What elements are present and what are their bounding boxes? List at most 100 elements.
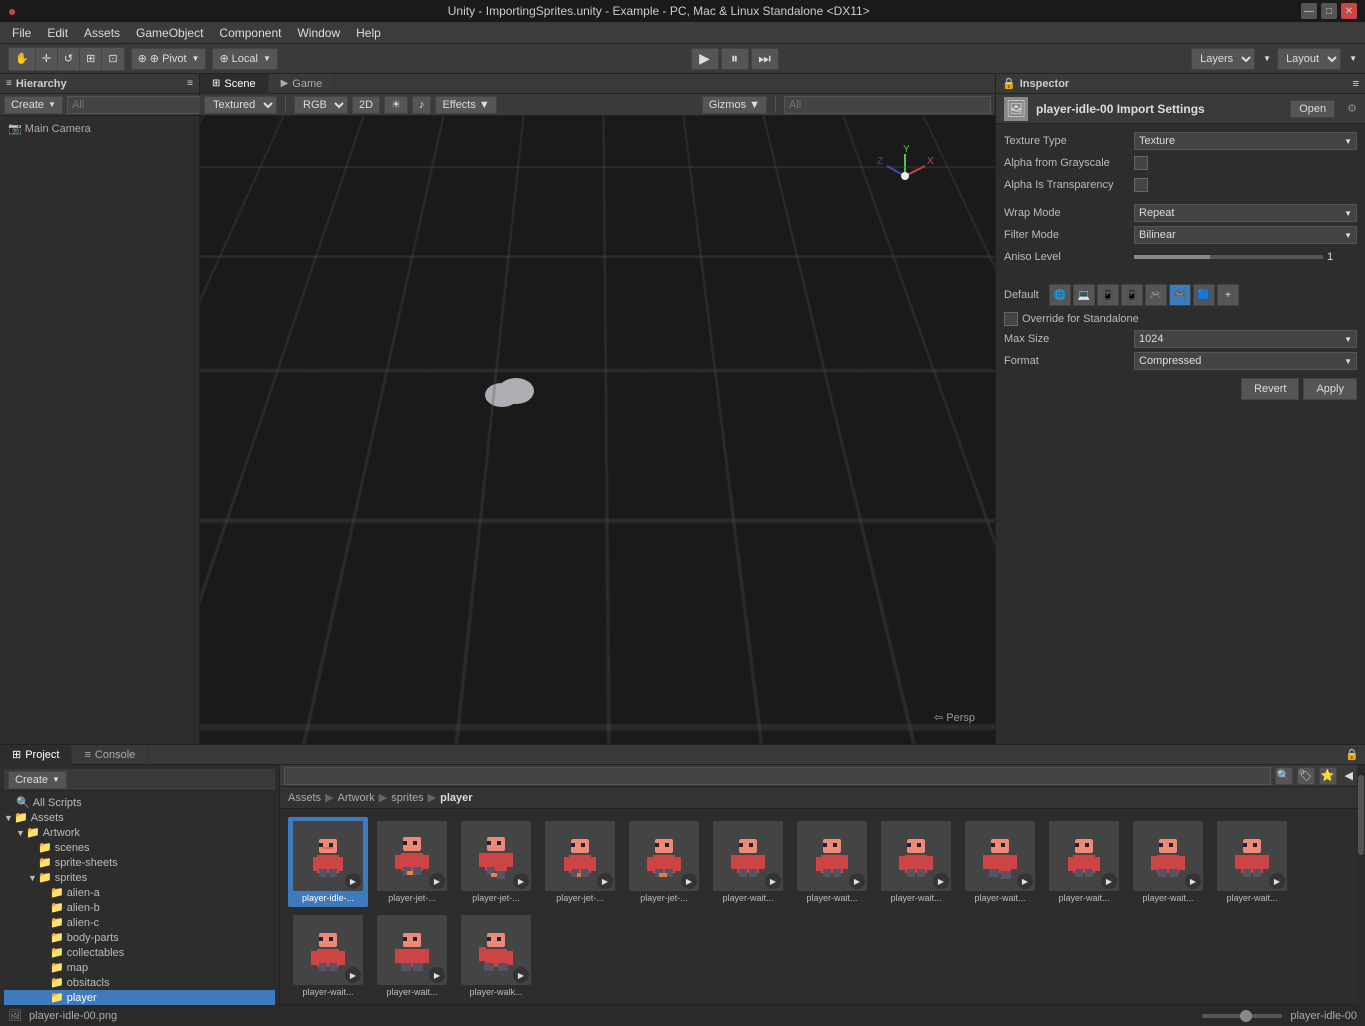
color-mode-select[interactable]: RGB [294, 96, 348, 114]
menu-window[interactable]: Window [289, 24, 348, 42]
platform-console2[interactable]: 🎮 [1169, 284, 1191, 306]
sprite-item-9[interactable]: ▶ player-wait... [1044, 817, 1124, 907]
sprite-item-3[interactable]: ▶ player-jet-... [540, 817, 620, 907]
tree-item-alien-c[interactable]: 📁 alien-c [4, 915, 275, 930]
open-button[interactable]: Open [1290, 100, 1335, 118]
sprite-item-11[interactable]: ▶ player-wait... [1212, 817, 1292, 907]
zoom-slider[interactable] [1202, 1010, 1282, 1022]
play-icon-12[interactable]: ▶ [345, 967, 361, 983]
tree-item-alien-a[interactable]: 📁 alien-a [4, 885, 275, 900]
move-tool[interactable]: ✛ [36, 48, 58, 70]
platform-android[interactable]: 📱 [1121, 284, 1143, 306]
zoom-slider-thumb[interactable] [1240, 1010, 1252, 1022]
tree-item-artwork[interactable]: ▼ 📁 Artwork [4, 825, 275, 840]
hierarchy-item-camera[interactable]: 📷 Main Camera [4, 120, 195, 137]
tree-item-scenes[interactable]: 📁 scenes [4, 840, 275, 855]
play-icon-6[interactable]: ▶ [849, 873, 865, 889]
sprite-item-1[interactable]: ▶ player-jet-... [372, 817, 452, 907]
play-icon-1[interactable]: ▶ [429, 873, 445, 889]
minimize-button[interactable]: — [1301, 3, 1317, 19]
scene-view[interactable]: X Y Z ⇦ Persp [200, 116, 995, 744]
apply-button[interactable]: Apply [1303, 378, 1357, 400]
effects-button[interactable]: Effects ▼ [435, 96, 496, 114]
menu-help[interactable]: Help [348, 24, 389, 42]
tab-project[interactable]: ⊞ Project [0, 745, 72, 765]
sprite-item-2[interactable]: ▶ player-jet-... [456, 817, 536, 907]
sprite-item-14[interactable]: ▶ player-walk... [456, 911, 536, 1001]
tab-game[interactable]: ▶ Game [269, 74, 336, 94]
draw-mode-select[interactable]: Textured [204, 96, 277, 114]
local-button[interactable]: ⊕ Local ▼ [212, 48, 277, 70]
revert-button[interactable]: Revert [1241, 378, 1299, 400]
project-create-button[interactable]: Create ▼ [8, 771, 67, 789]
panel-lock-icon[interactable]: 🔒 [1345, 748, 1359, 761]
platform-vr[interactable]: 🟦 [1193, 284, 1215, 306]
pause-button[interactable]: ⏸ [721, 48, 749, 70]
sprite-item-4[interactable]: ▶ player-jet-... [624, 817, 704, 907]
platform-ios[interactable]: 📱 [1097, 284, 1119, 306]
sprite-item-6[interactable]: ▶ player-wait... [792, 817, 872, 907]
menu-edit[interactable]: Edit [39, 24, 76, 42]
light-toggle[interactable]: ☀ [384, 96, 408, 114]
play-icon-8[interactable]: ▶ [1017, 873, 1033, 889]
tab-scene[interactable]: ⊞ Scene [200, 74, 269, 94]
menu-component[interactable]: Component [211, 24, 289, 42]
project-collapse-icon[interactable]: ◀ [1345, 769, 1353, 782]
platform-web[interactable]: 🌐 [1049, 284, 1071, 306]
play-icon-4[interactable]: ▶ [681, 873, 697, 889]
sprite-item-12[interactable]: ▶ player-wait... [288, 911, 368, 1001]
tab-console[interactable]: ≡ Console [72, 745, 148, 765]
hierarchy-search[interactable] [67, 96, 219, 114]
menu-assets[interactable]: Assets [76, 24, 128, 42]
audio-toggle[interactable]: ♪ [412, 96, 432, 114]
maximize-button[interactable]: □ [1321, 3, 1337, 19]
layout-dropdown[interactable]: Layout [1277, 48, 1341, 70]
tree-item-all-scripts[interactable]: 🔍 All Scripts [4, 795, 275, 810]
sprite-item-8[interactable]: ▶ player-wait... [960, 817, 1040, 907]
tree-item-alien-b[interactable]: 📁 alien-b [4, 900, 275, 915]
sprites-scrollbar[interactable] [1357, 765, 1365, 1009]
tree-item-sprites[interactable]: ▼ 📁 sprites [4, 870, 275, 885]
platform-console1[interactable]: 🎮 [1145, 284, 1167, 306]
breadcrumb-artwork[interactable]: Artwork [337, 792, 374, 804]
close-button[interactable]: ✕ [1341, 3, 1357, 19]
sprite-item-7[interactable]: ▶ player-wait... [876, 817, 956, 907]
hierarchy-menu-icon[interactable]: ≡ [187, 78, 193, 89]
sprite-item-5[interactable]: ▶ player-wait... [708, 817, 788, 907]
play-icon-2[interactable]: ▶ [513, 873, 529, 889]
tree-item-collectables[interactable]: 📁 collectables [4, 945, 275, 960]
tree-item-obsitacls[interactable]: 📁 obsitacls [4, 975, 275, 990]
tree-item-player[interactable]: 📁 player [4, 990, 275, 1005]
gizmos-button[interactable]: Gizmos ▼ [702, 96, 767, 114]
project-search-input[interactable] [284, 767, 1271, 785]
hand-tool[interactable]: ✋ [9, 48, 36, 70]
breadcrumb-assets[interactable]: Assets [288, 792, 321, 804]
play-icon-9[interactable]: ▶ [1101, 873, 1117, 889]
override-checkbox[interactable] [1004, 312, 1018, 326]
play-icon-13[interactable]: ▶ [429, 967, 445, 983]
project-filter-btn[interactable]: 🔍 [1275, 767, 1293, 785]
rotate-tool[interactable]: ↺ [58, 48, 80, 70]
rect-tool[interactable]: ⊡ [102, 48, 123, 70]
inspector-settings-icon[interactable]: ⚙ [1347, 102, 1357, 115]
2d-toggle[interactable]: 2D [352, 96, 380, 114]
pivot-button[interactable]: ⊕ ⊕ Pivot ▼ [131, 48, 207, 70]
alpha-transparency-checkbox[interactable] [1134, 178, 1148, 192]
tree-item-assets[interactable]: ▼ 📁 Assets [4, 810, 275, 825]
max-size-value[interactable]: 1024 ▼ [1134, 330, 1357, 348]
play-icon-0[interactable]: ▶ [345, 873, 361, 889]
create-button[interactable]: Create ▼ [4, 96, 63, 114]
breadcrumb-sprites[interactable]: sprites [391, 792, 423, 804]
sprite-item-0[interactable]: ▶ player-idle-... [288, 817, 368, 907]
alpha-grayscale-checkbox[interactable] [1134, 156, 1148, 170]
play-button[interactable]: ▶ [691, 48, 719, 70]
step-button[interactable]: ⏭ [751, 48, 779, 70]
inspector-menu-icon[interactable]: ≡ [1353, 78, 1359, 90]
play-icon-14[interactable]: ▶ [513, 967, 529, 983]
format-value[interactable]: Compressed ▼ [1134, 352, 1357, 370]
platform-add[interactable]: + [1217, 284, 1239, 306]
wrap-mode-value[interactable]: Repeat ▼ [1134, 204, 1357, 222]
breadcrumb-player[interactable]: player [440, 792, 472, 804]
scale-tool[interactable]: ⊞ [80, 48, 102, 70]
filter-mode-value[interactable]: Bilinear ▼ [1134, 226, 1357, 244]
